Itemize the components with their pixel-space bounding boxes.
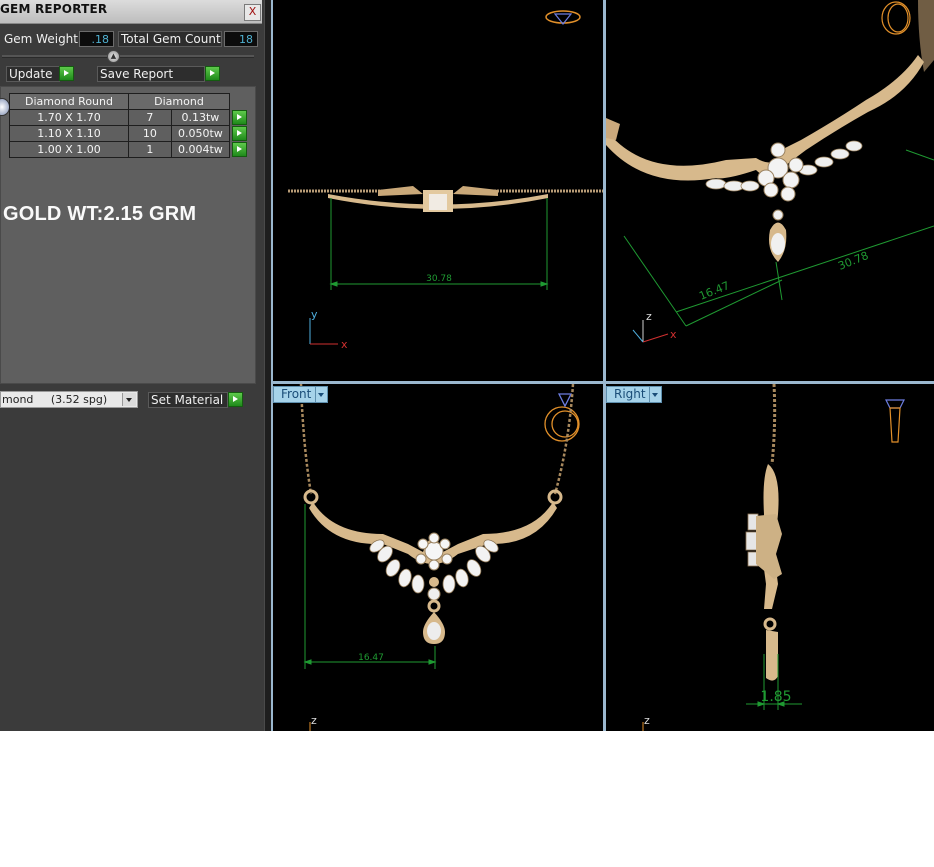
material-dropdown[interactable]: mond (3.52 spg): [0, 391, 138, 408]
necklace-front-view: [303, 489, 563, 644]
set-material-button[interactable]: Set Material: [148, 392, 228, 408]
update-button[interactable]: Update: [6, 66, 60, 82]
axis-gizmo: [632, 320, 669, 343]
gem-weight-cell: 0.004tw: [170, 141, 231, 158]
gem-weight-cell: 0.13tw: [170, 109, 231, 126]
front-view-canvas: 16.47 z: [299, 384, 580, 731]
axis-z-label: z: [644, 714, 650, 727]
table-row[interactable]: 1.10 X 1.10 10 0.050tw: [9, 125, 247, 142]
close-icon[interactable]: X: [244, 4, 261, 21]
perspective-viewport[interactable]: 16.47 30.78 z x: [606, 0, 934, 381]
gem-count-cell: 1: [128, 141, 172, 158]
gem-weight-value: .18: [79, 31, 114, 47]
gem-table-header: Diamond: [128, 93, 230, 110]
panel-titlebar[interactable]: GEM REPORTER X: [0, 0, 262, 24]
total-gem-count-value: 18: [224, 31, 258, 47]
gem-table: Diamond Round Diamond 1.70 X 1.70 7 0.13…: [9, 93, 247, 158]
gem-weight-label: Gem Weight: [4, 32, 78, 46]
necklace-perspective: [606, 55, 924, 262]
gem-count-cell: 10: [128, 125, 172, 142]
row-arrow-right-icon[interactable]: [232, 109, 247, 125]
gem-table-header: Diamond Round: [9, 93, 129, 110]
top-viewport[interactable]: 30.78 y x: [273, 0, 603, 381]
front-dimension-label: 16.47: [358, 653, 384, 663]
gem-weight-cell: 0.050tw: [170, 125, 231, 142]
necklace-top-view: [288, 186, 603, 212]
ring-wireframe-icon: [544, 393, 580, 442]
gem-size-cell: 1.70 X 1.70: [9, 109, 129, 126]
chevron-down-icon[interactable]: [315, 387, 327, 402]
save-report-arrow-right-icon[interactable]: [205, 66, 220, 81]
top-view-canvas: 30.78 y x: [288, 10, 603, 351]
table-row[interactable]: 1.00 X 1.00 1 0.004tw: [9, 141, 247, 158]
set-material-arrow-right-icon[interactable]: [228, 392, 243, 407]
tab-right[interactable]: Right: [606, 386, 662, 403]
row-arrow-right-icon[interactable]: [232, 141, 247, 157]
necklace-chain: [299, 384, 575, 495]
row-arrow-right-icon[interactable]: [232, 125, 247, 141]
necklace-chain: [770, 384, 777, 465]
axis-z-label: z: [646, 310, 652, 323]
gem-wireframe-icon: [885, 399, 905, 443]
chevron-down-icon[interactable]: [122, 393, 136, 406]
gem-size-cell: 1.10 X 1.10: [9, 125, 129, 142]
axis-x-label: x: [670, 328, 677, 341]
panel-title: GEM REPORTER: [0, 2, 108, 16]
jewelry-cad-app: GEM REPORTER X Gem Weight .18 Total Gem …: [0, 0, 934, 731]
tab-front[interactable]: Front: [273, 386, 328, 403]
total-gem-count-label: Total Gem Count: [118, 31, 222, 47]
gem-size-cell: 1.00 X 1.00: [9, 141, 129, 158]
perspective-view-canvas: 16.47 30.78 z x: [606, 0, 934, 343]
slider-knob-icon[interactable]: ▲: [107, 50, 120, 63]
right-view-canvas: 1.85 z: [642, 384, 905, 731]
gem-count-cell: 7: [128, 109, 172, 126]
right-viewport[interactable]: 1.85 z Right: [606, 384, 934, 731]
update-arrow-right-icon[interactable]: [59, 66, 74, 81]
tab-right-label: Right: [614, 387, 646, 401]
axis-gizmo: [309, 318, 338, 345]
ring-wireframe-icon: [881, 1, 911, 35]
axis-y-label: y: [311, 308, 318, 321]
material-dropdown-value: mond (3.52 spg): [2, 393, 108, 406]
save-report-button[interactable]: Save Report: [97, 66, 205, 82]
necklace-right-view: [745, 464, 782, 681]
tab-front-label: Front: [281, 387, 312, 401]
front-viewport[interactable]: 16.47 z Front: [273, 384, 603, 731]
gem-wireframe-icon: [545, 10, 581, 25]
table-row[interactable]: 1.70 X 1.70 7 0.13tw: [9, 109, 247, 126]
gold-weight-text: GOLD WT:2.15 GRM: [3, 203, 197, 225]
axis-x-label: x: [341, 338, 348, 351]
gem-reporter-panel: GEM REPORTER X Gem Weight .18 Total Gem …: [0, 0, 264, 731]
splitter-groove: [2, 55, 254, 58]
axis-z-label: z: [311, 714, 317, 727]
top-dimension-label: 30.78: [426, 274, 452, 284]
right-dimension-label: 1.85: [760, 689, 791, 705]
chevron-down-icon[interactable]: [649, 387, 661, 402]
